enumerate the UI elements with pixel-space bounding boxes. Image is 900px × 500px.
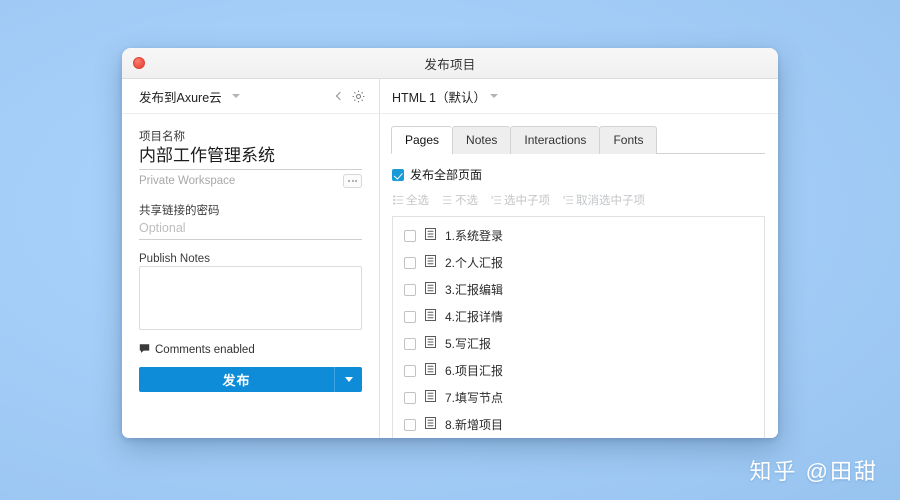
- page-checkbox[interactable]: [404, 310, 416, 323]
- select-children-icon: [491, 195, 501, 204]
- window-title: 发布项目: [424, 57, 476, 72]
- select-children-action-label: 选中子项: [504, 195, 550, 207]
- tabs-row: Pages Notes Interactions Fonts: [391, 125, 765, 154]
- publish-notes-input[interactable]: [139, 266, 362, 330]
- watermark: 知乎 @田甜: [749, 459, 878, 484]
- publish-project-window: 发布项目 发布到Axure云 项目名称 内部工作管理系统 Private Wor…: [122, 48, 778, 438]
- list-item[interactable]: 4.汇报详情: [393, 303, 764, 330]
- tab-fonts[interactable]: Fonts: [599, 126, 658, 154]
- page-checkbox[interactable]: [404, 256, 416, 269]
- comments-enabled-label: Comments enabled: [155, 344, 255, 356]
- publish-target-row[interactable]: 发布到Axure云: [122, 79, 379, 114]
- select-all-action[interactable]: 全选: [393, 192, 429, 208]
- page-label: 7.填写节点: [445, 391, 504, 405]
- right-panel: HTML 1（默认） Pages Notes Interactions Font…: [380, 79, 778, 438]
- comment-icon: [139, 341, 150, 359]
- desktop-background: 发布项目 发布到Axure云 项目名称 内部工作管理系统 Private Wor…: [0, 0, 900, 500]
- share-password-label: 共享链接的密码: [139, 205, 220, 217]
- publish-all-pages-label: 发布全部页面: [410, 168, 483, 182]
- page-label: 5.写汇报: [445, 337, 492, 351]
- share-password-input[interactable]: [139, 220, 362, 240]
- publish-button-group: 发布: [139, 367, 362, 392]
- page-checkbox[interactable]: [404, 391, 416, 404]
- page-checkbox[interactable]: [404, 229, 416, 242]
- left-panel: 发布到Axure云 项目名称 Private Workspace: [122, 79, 380, 438]
- list-item[interactable]: 7.填写节点: [393, 384, 764, 411]
- deselect-children-action-label: 取消选中子项: [576, 195, 645, 207]
- page-icon: [425, 416, 436, 434]
- select-all-icon: [393, 195, 403, 205]
- chevron-down-icon[interactable]: [231, 94, 240, 98]
- page-icon: [425, 281, 436, 299]
- list-item[interactable]: 6.项目汇报: [393, 357, 764, 384]
- page-icon: [425, 335, 436, 353]
- page-checkbox[interactable]: [404, 283, 416, 296]
- publish-all-pages-row[interactable]: 发布全部页面: [392, 166, 765, 183]
- page-label: 3.汇报编辑: [445, 283, 504, 297]
- deselect-all-action-label: 不选: [455, 195, 478, 207]
- publish-target-label: 发布到Axure云: [139, 90, 222, 105]
- page-icon: [425, 362, 436, 380]
- project-name-input[interactable]: [139, 145, 362, 170]
- page-checkbox[interactable]: [404, 337, 416, 350]
- list-item[interactable]: 2.个人汇报: [393, 249, 764, 276]
- chevron-down-icon[interactable]: [490, 94, 498, 98]
- page-label: 1.系统登录: [445, 229, 504, 243]
- deselect-children-action[interactable]: 取消选中子项: [563, 192, 645, 208]
- publish-notes-label: Publish Notes: [139, 253, 210, 265]
- page-checkbox[interactable]: [404, 418, 416, 431]
- publish-all-pages-checkbox[interactable]: [392, 168, 404, 181]
- page-label: 2.个人汇报: [445, 256, 504, 270]
- gear-icon[interactable]: [351, 89, 366, 104]
- page-icon: [425, 254, 436, 272]
- page-label: 6.项目汇报: [445, 364, 504, 378]
- list-item[interactable]: 5.写汇报: [393, 330, 764, 357]
- config-name-label: HTML 1（默认）: [392, 90, 486, 105]
- page-icon: [425, 389, 436, 407]
- close-icon[interactable]: [133, 57, 145, 69]
- deselect-children-icon: [563, 195, 573, 204]
- config-selector-row[interactable]: HTML 1（默认）: [380, 79, 778, 114]
- window-titlebar: 发布项目: [122, 48, 778, 79]
- select-all-action-label: 全选: [406, 195, 429, 207]
- bulk-actions-row: 全选 不选 选中子项 取消选中子项: [392, 192, 765, 208]
- list-item[interactable]: 3.汇报编辑: [393, 276, 764, 303]
- workspace-name: Private Workspace: [139, 175, 236, 187]
- workspace-row: Private Workspace: [139, 174, 362, 188]
- list-item[interactable]: 8.新增项目: [393, 411, 764, 438]
- page-icon: [425, 227, 436, 245]
- page-label: 8.新增项目: [445, 418, 504, 432]
- select-children-action[interactable]: 选中子项: [491, 192, 550, 208]
- workspace-more-button[interactable]: [343, 174, 362, 188]
- tab-interactions[interactable]: Interactions: [510, 126, 600, 154]
- project-name-label: 项目名称: [139, 131, 185, 143]
- window-body: 发布到Axure云 项目名称 Private Workspace: [122, 79, 778, 438]
- publish-button[interactable]: 发布: [139, 367, 334, 392]
- page-checkbox[interactable]: [404, 364, 416, 377]
- deselect-all-icon: [443, 196, 452, 204]
- list-item[interactable]: 1.系统登录: [393, 222, 764, 249]
- caret-down-icon: [344, 377, 353, 382]
- deselect-all-action[interactable]: 不选: [442, 192, 478, 208]
- chevron-left-icon[interactable]: [335, 91, 345, 101]
- publish-dropdown-button[interactable]: [334, 367, 362, 392]
- tab-notes[interactable]: Notes: [452, 126, 511, 154]
- page-icon: [425, 308, 436, 326]
- comments-enabled-toggle[interactable]: Comments enabled: [139, 341, 362, 359]
- pages-list[interactable]: 1.系统登录 2.个人汇报 3.汇报编辑 4.汇报详情 5.写汇报 6.项目汇报…: [392, 216, 765, 438]
- tab-pages[interactable]: Pages: [391, 126, 453, 154]
- page-label: 4.汇报详情: [445, 310, 504, 324]
